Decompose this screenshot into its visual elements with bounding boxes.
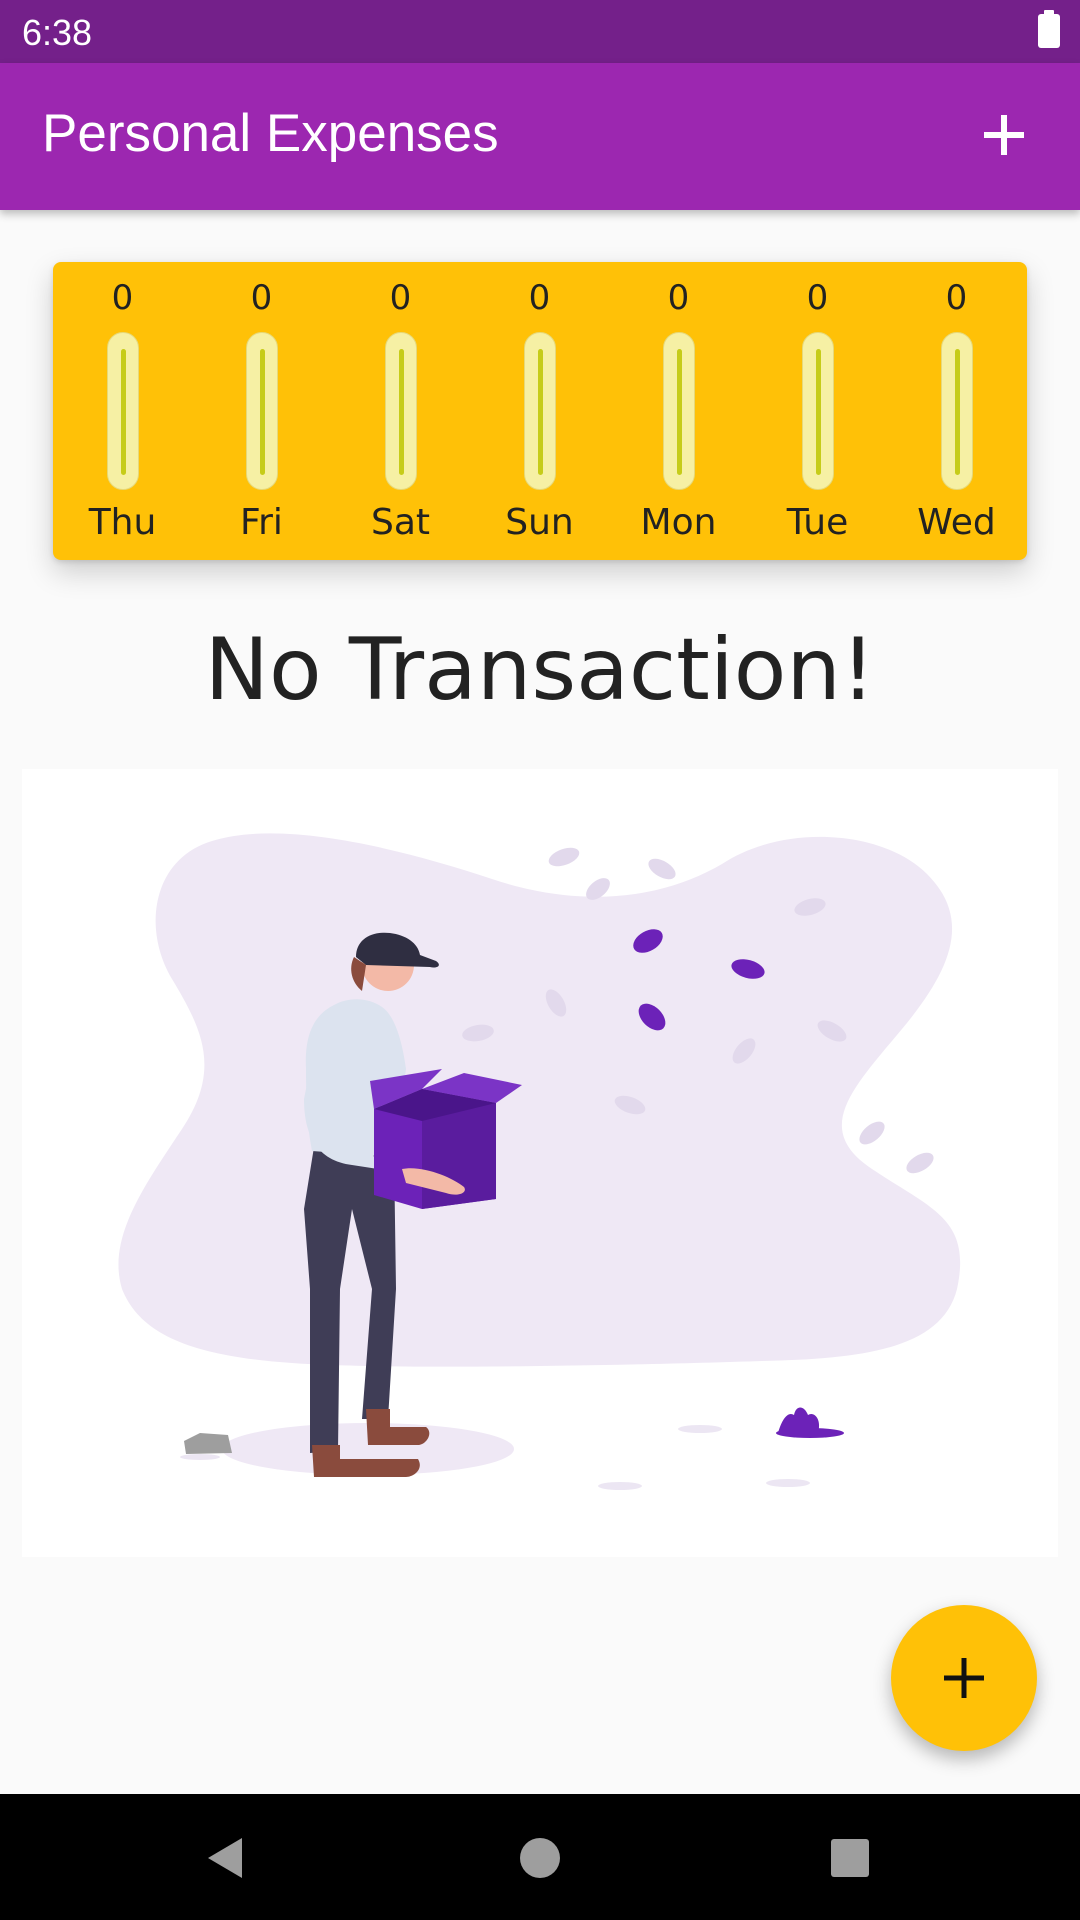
empty-state-illustration (22, 769, 1058, 1557)
back-triangle-icon (208, 1838, 242, 1878)
battery-full-icon (1038, 10, 1060, 48)
home-button[interactable] (508, 1826, 572, 1890)
back-button[interactable] (194, 1826, 258, 1890)
weekly-chart-card: 0 Thu 0 Fri 0 Sat 0 Sun 0 Mon 0 Tue 0 Wed (53, 262, 1027, 560)
person-opening-empty-box-illustration (118, 833, 961, 1490)
chart-day-column: 0 Sat (331, 262, 470, 560)
spending-bar (801, 332, 834, 490)
day-amount: 0 (806, 278, 829, 318)
recents-button[interactable] (818, 1826, 882, 1890)
spending-bar (245, 332, 278, 490)
day-label: Fri (240, 502, 283, 543)
app-bar: Personal Expenses (0, 63, 1080, 210)
home-circle-icon (520, 1838, 560, 1878)
recents-square-icon (831, 1839, 869, 1877)
spending-bar (523, 332, 556, 490)
chart-day-column: 0 Mon (609, 262, 748, 560)
day-label: Sun (505, 502, 574, 543)
spending-bar (384, 332, 417, 490)
day-amount: 0 (389, 278, 412, 318)
status-time: 6:38 (22, 12, 93, 53)
status-bar: 6:38 (0, 0, 1080, 63)
day-amount: 0 (250, 278, 273, 318)
spending-bar (662, 332, 695, 490)
add-transaction-button[interactable] (964, 95, 1044, 175)
empty-state-title: No Transaction! (204, 620, 876, 720)
system-nav-bar (0, 1794, 1080, 1920)
day-label: Wed (917, 502, 996, 543)
plus-icon (984, 115, 1024, 155)
chart-day-column: 0 Thu (53, 262, 192, 560)
chart-day-column: 0 Sun (470, 262, 609, 560)
day-label: Sat (370, 502, 431, 543)
plus-icon (944, 1658, 984, 1698)
add-transaction-fab[interactable] (891, 1605, 1037, 1751)
day-label: Thu (88, 502, 157, 543)
day-amount: 0 (528, 278, 551, 318)
day-amount: 0 (945, 278, 968, 318)
chart-day-column: 0 Wed (887, 262, 1026, 560)
chart-day-column: 0 Fri (192, 262, 331, 560)
day-label: Tue (786, 502, 849, 543)
day-amount: 0 (667, 278, 690, 318)
page-title: Personal Expenses (42, 104, 499, 163)
chart-day-column: 0 Tue (748, 262, 887, 560)
spending-bar (106, 332, 139, 490)
day-amount: 0 (111, 278, 134, 318)
spending-bar (940, 332, 973, 490)
day-label: Mon (640, 502, 717, 543)
